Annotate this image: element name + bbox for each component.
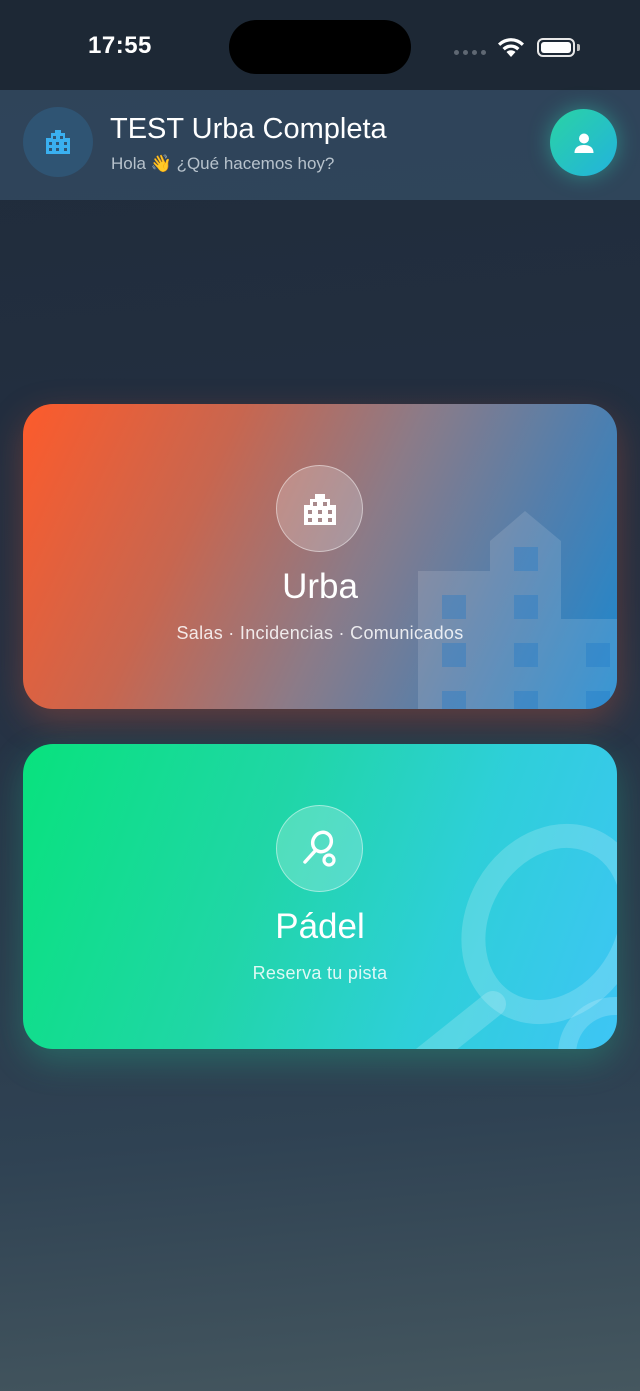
urba-card-subtitle: Salas · Incidencias · Comunicados	[176, 623, 464, 643]
urba-card-title: Urba	[282, 567, 358, 606]
profile-button[interactable]	[550, 109, 617, 176]
status-bar: 17:55	[0, 0, 640, 90]
greeting-text: Hola 👋 ¿Qué hacemos hoy?	[111, 154, 335, 173]
racket-watermark-icon	[415, 823, 617, 1049]
padel-card-subtitle: Reserva tu pista	[252, 963, 388, 983]
wifi-icon	[498, 38, 524, 57]
app-header: TEST Urba Completa Hola 👋 ¿Qué hacemos h…	[0, 90, 640, 200]
cellular-signal-icon	[454, 50, 486, 55]
padel-racket-icon	[276, 805, 363, 892]
building-icon	[276, 465, 363, 552]
person-icon	[574, 133, 593, 153]
building-icon	[23, 107, 93, 177]
battery-icon	[537, 38, 575, 57]
dynamic-island	[229, 20, 411, 74]
battery-cap	[577, 44, 580, 51]
community-title: TEST Urba Completa	[110, 113, 387, 145]
padel-card[interactable]: Pádel Reserva tu pista	[23, 744, 617, 1049]
urba-card[interactable]: Urba Salas · Incidencias · Comunicados	[23, 404, 617, 709]
status-time: 17:55	[88, 32, 152, 59]
building-watermark-icon	[418, 511, 617, 709]
padel-card-title: Pádel	[275, 907, 365, 946]
